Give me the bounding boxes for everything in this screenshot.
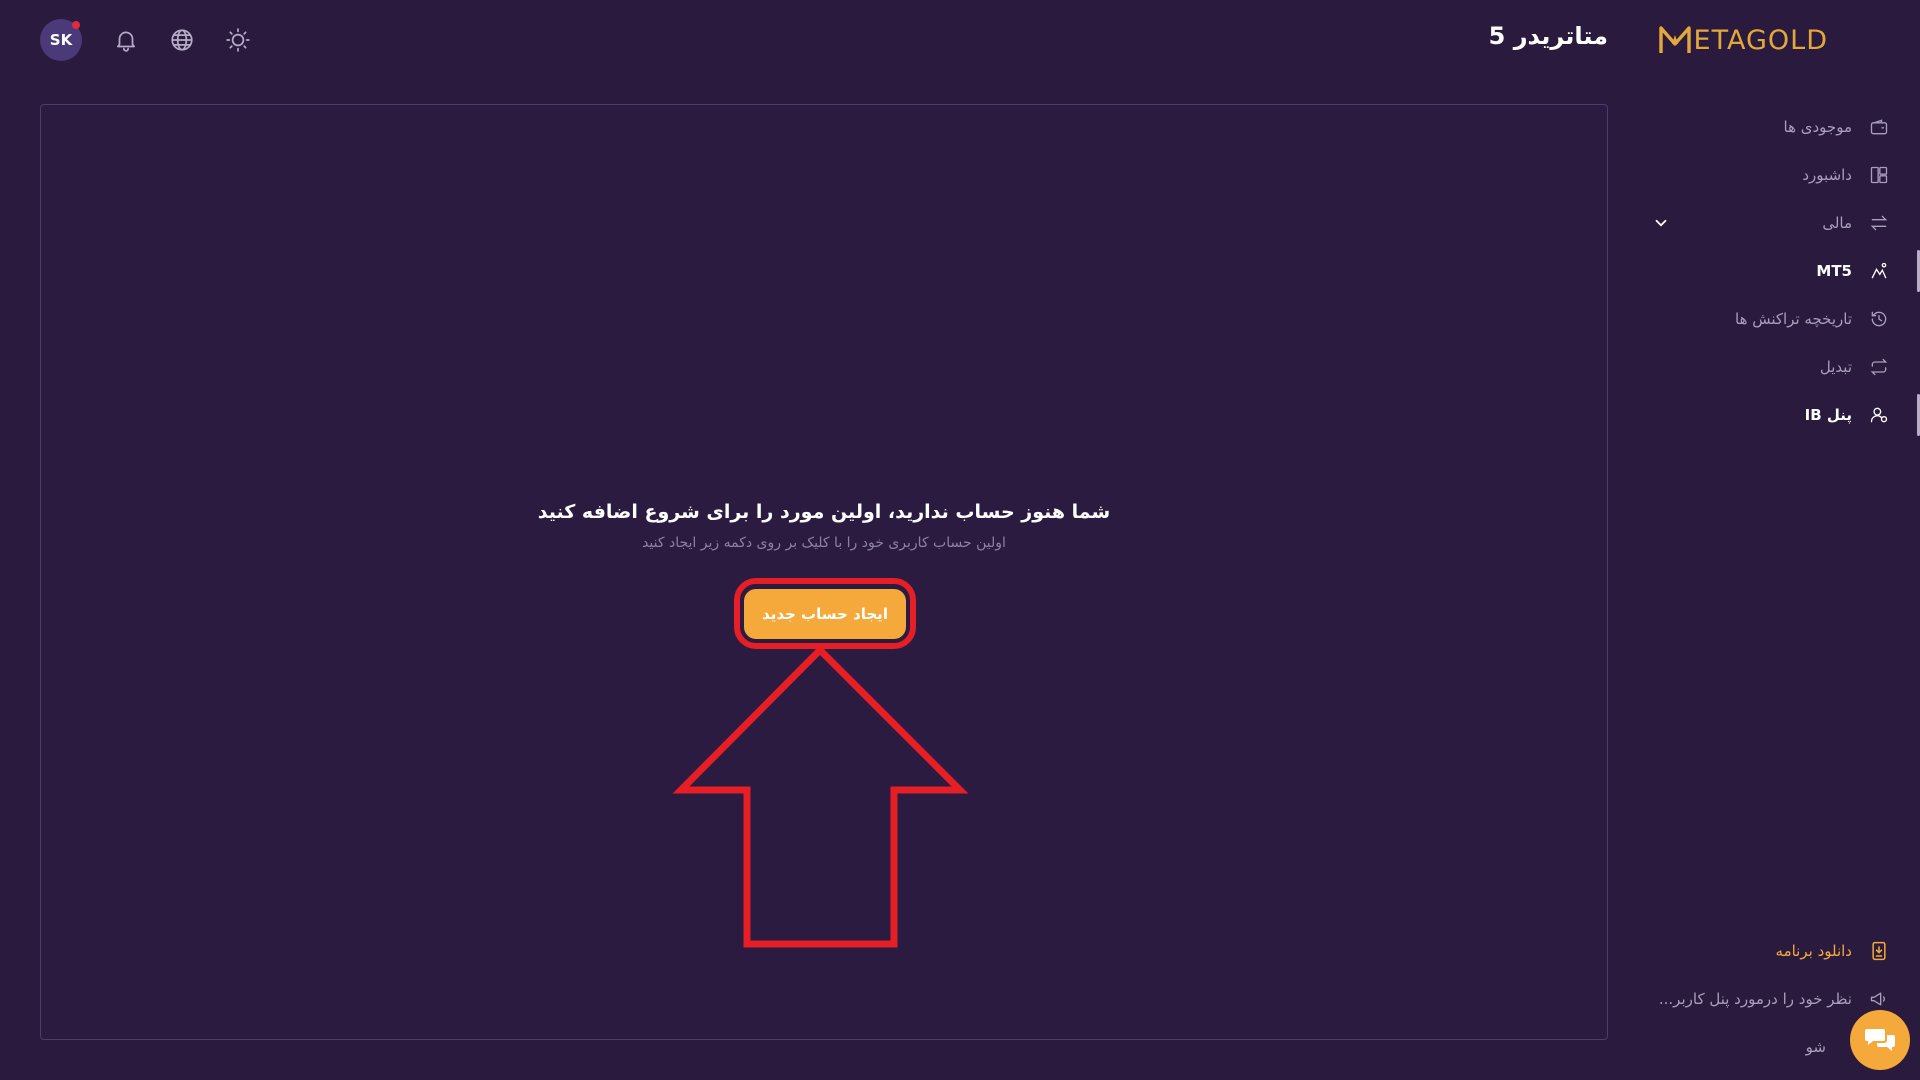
- sun-icon[interactable]: [222, 24, 254, 56]
- mt5-icon: [1868, 260, 1890, 282]
- empty-state-subtitle: اولین حساب کاربری خود را با کلیک بر روی …: [642, 535, 1006, 551]
- empty-state-title: شما هنوز حساب ندارید، اولین مورد را برای…: [537, 501, 1111, 523]
- sidebar-item-convert[interactable]: تبدیل: [1630, 346, 1920, 388]
- sidebar-item-download-app[interactable]: دانلود برنامه: [1630, 930, 1920, 972]
- sidebar-item-label: شو: [1805, 1038, 1826, 1056]
- chat-support-button[interactable]: [1850, 1010, 1910, 1070]
- user-avatar[interactable]: SK: [40, 19, 82, 61]
- transfer-icon: [1868, 212, 1890, 234]
- feedback-icon: [1868, 988, 1890, 1010]
- create-account-button[interactable]: ایجاد حساب جدید: [744, 588, 906, 639]
- empty-state: شما هنوز حساب ندارید، اولین مورد را برای…: [41, 501, 1607, 551]
- logo-text: ETAGOLD: [1693, 24, 1828, 56]
- sidebar-item-label: تبدیل: [1819, 358, 1852, 376]
- sidebar-item-label: دانلود برنامه: [1775, 942, 1852, 960]
- sidebar-item-label: موجودی ها: [1783, 118, 1852, 136]
- sidebar-item-dashboard[interactable]: داشبورد: [1630, 154, 1920, 196]
- bell-icon[interactable]: [110, 24, 142, 56]
- header-actions: SK: [40, 19, 254, 61]
- convert-icon: [1868, 356, 1890, 378]
- sidebar-item-transaction-history[interactable]: تاریخچه تراکنش ها: [1630, 298, 1920, 340]
- mt5-accounts-panel: شما هنوز حساب ندارید، اولین مورد را برای…: [40, 104, 1608, 1040]
- annotation-highlight-box: ایجاد حساب جدید: [734, 578, 916, 649]
- sidebar-item-label: داشبورد: [1802, 166, 1852, 184]
- sidebar: موجودی ها داشبورد مالی MT5 تاریخچه تراکن…: [1630, 104, 1920, 1080]
- sidebar-item-finance[interactable]: مالی: [1630, 202, 1920, 244]
- download-app-icon: [1868, 940, 1890, 962]
- sidebar-item-label: پنل IB: [1804, 406, 1852, 424]
- sidebar-item-label: تاریخچه تراکنش ها: [1735, 310, 1852, 328]
- wallet-icon: [1868, 116, 1890, 138]
- sidebar-item-balances[interactable]: موجودی ها: [1630, 106, 1920, 148]
- annotation-arrow: [672, 645, 969, 948]
- logo-mark-icon: [1658, 26, 1691, 53]
- metagold-logo[interactable]: ETAGOLD: [1658, 20, 1828, 60]
- globe-icon[interactable]: [166, 24, 198, 56]
- dashboard-icon: [1868, 164, 1890, 186]
- notification-dot: [72, 21, 80, 29]
- page-title: متاتریدر 5: [1488, 22, 1608, 50]
- sidebar-item-ib-panel[interactable]: پنل IB: [1630, 394, 1920, 436]
- app-root: SK متاتریدر 5 ETAGOLD شما هنوز حساب ندار…: [0, 0, 1920, 1080]
- top-header: SK متاتریدر 5 ETAGOLD: [0, 0, 1920, 80]
- history-icon: [1868, 308, 1890, 330]
- chat-bubbles-icon: [1865, 1029, 1895, 1051]
- ib-panel-icon: [1868, 404, 1890, 426]
- sidebar-item-mt5[interactable]: MT5: [1630, 250, 1920, 292]
- sidebar-item-label: مالی: [1822, 214, 1852, 232]
- avatar-initials: SK: [49, 31, 73, 49]
- sidebar-item-label: MT5: [1816, 262, 1852, 280]
- chevron-down-icon[interactable]: [1652, 214, 1670, 232]
- sidebar-item-label: نظر خود را درمورد پنل کاربر...: [1658, 990, 1852, 1008]
